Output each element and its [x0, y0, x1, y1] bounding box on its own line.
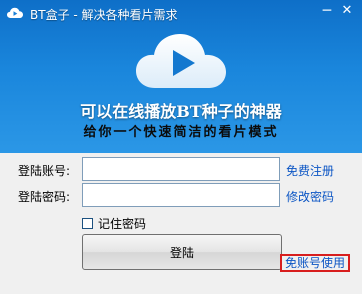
login-button[interactable]: 登陆	[82, 234, 282, 270]
app-cloud-icon	[7, 7, 23, 18]
close-button[interactable]: ✕	[338, 3, 356, 19]
title-bar[interactable]: BT盒子 - 解决各种看片需求 ─ ✕	[0, 0, 362, 26]
slogan-main: 可以在线播放BT种子的神器	[80, 102, 282, 121]
password-input[interactable]	[82, 183, 280, 207]
banner: BT盒子 - 解决各种看片需求 ─ ✕ 可以在线播放BT种子的神器 给你一个快速…	[0, 0, 362, 153]
account-input[interactable]	[82, 157, 280, 181]
remember-password-checkbox[interactable]	[82, 217, 93, 229]
slogan-sub: 给你一个快速简洁的看片模式	[83, 125, 279, 140]
remember-password-option[interactable]: 记住密码	[82, 215, 146, 231]
free-use-link[interactable]: 免账号使用	[280, 254, 350, 272]
password-label: 登陆密码:	[18, 190, 71, 204]
window-title: BT盒子 - 解决各种看片需求	[30, 8, 178, 22]
minimize-button[interactable]: ─	[318, 3, 336, 19]
remember-password-label: 记住密码	[98, 216, 147, 231]
login-window: BT盒子 - 解决各种看片需求 ─ ✕ 可以在线播放BT种子的神器 给你一个快速…	[0, 0, 362, 294]
cloud-play-icon	[136, 34, 226, 88]
account-label: 登陆账号:	[18, 164, 71, 178]
change-password-link[interactable]: 修改密码	[286, 188, 334, 205]
register-link[interactable]: 免费注册	[286, 162, 334, 179]
